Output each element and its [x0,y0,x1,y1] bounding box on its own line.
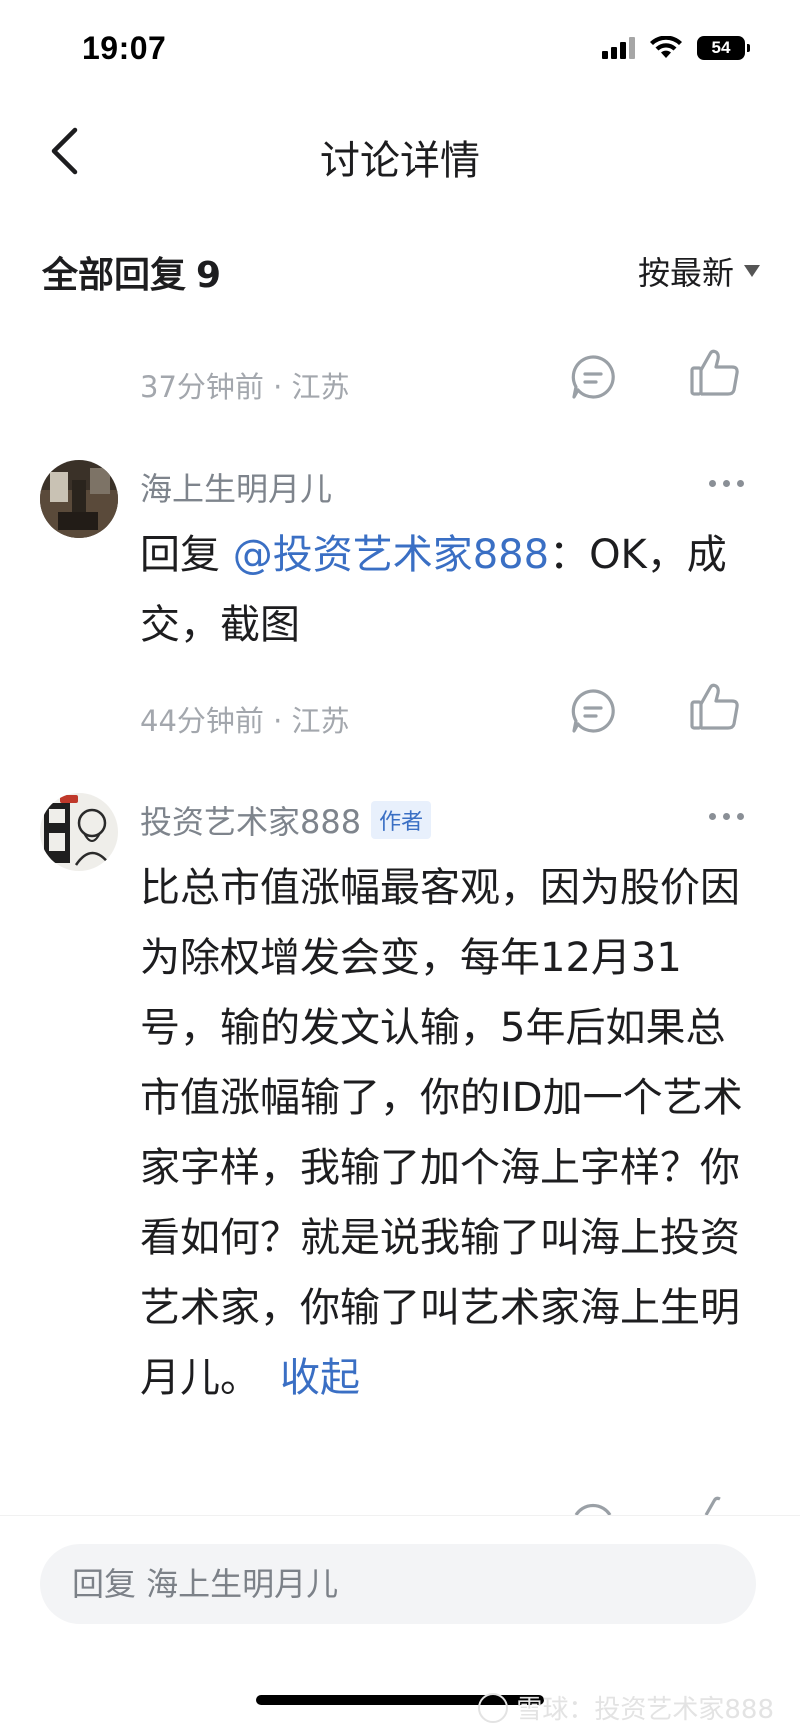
watermark-text: 雪球：投资艺术家888 [516,1695,774,1725]
author-row: 投资艺术家888 作者 [140,797,432,843]
comment-meta-row: 37分钟前 · 江苏 [140,349,760,412]
author-badge: 作者 [371,801,432,839]
user-avatar-image [40,460,118,538]
snowball-logo-icon [478,1692,509,1723]
reply-count-number: 9 [196,255,222,296]
collapse-link[interactable]: 收起 [280,1355,360,1401]
author-row: 海上生明月儿 [140,464,332,510]
comment-meta: 37分钟前 · 江苏 [140,370,350,404]
comment-text: 比总市值涨幅最客观，因为股价因为除权增发会变，每年12月31号，输的发文认输，5… [140,853,760,1413]
reply-prefix: 回复 [140,532,233,578]
dot-icon [737,480,744,487]
status-time: 19:07 [82,30,167,66]
status-bar: 19:07 54 [0,0,800,100]
mention-link[interactable]: @投资艺术家888 [233,532,549,578]
user-avatar-image [40,793,118,871]
battery-icon: 54 [697,36,750,60]
reply-count: 全部回复 9 [42,246,221,298]
comment-meta-row: 44分钟前 · 江苏 [140,683,760,746]
comment-reply-icon [574,1504,612,1515]
dot-icon [709,813,716,820]
sort-dropdown[interactable]: 按最新 [638,248,760,294]
author-name[interactable]: 投资艺术家888 [140,797,361,843]
reply-count-label: 全部回复 [42,255,187,296]
author-name[interactable]: 海上生明月儿 [140,464,332,510]
comment-reply-icon[interactable] [568,352,618,402]
comment-meta: 44分钟前 · 江苏 [140,704,350,738]
more-options-button[interactable] [709,480,744,487]
sort-label: 按最新 [637,254,734,292]
dot-icon [709,480,716,487]
comment-item: 投资艺术家888 作者 比总市值涨幅最客观，因为股价因为除权增发会变，每年12月… [0,793,800,1493]
wifi-icon [650,36,682,58]
avatar[interactable] [40,793,118,871]
avatar[interactable] [40,460,118,538]
thumbs-up-icon[interactable] [688,346,742,400]
reply-input-area: 雪球：投资艺术家888 [0,1515,800,1733]
page-title: 讨论详情 [320,138,480,184]
thumbs-up-icon [704,1496,721,1515]
next-comment-actions-peek [0,1495,800,1515]
comment-text: 回复 @投资艺术家888：OK，成交，截图 [140,520,760,660]
comment-reply-icon[interactable] [568,686,618,736]
caret-down-icon [744,265,760,277]
nav-bar: 讨论详情 [0,100,800,205]
reply-header: 全部回复 9 按最新 [0,240,800,300]
thumbs-up-icon[interactable] [688,680,742,734]
dot-icon [723,480,730,487]
more-options-button[interactable] [709,813,744,820]
reply-input[interactable] [40,1544,756,1624]
dot-icon [723,813,730,820]
comment-text-body: 比总市值涨幅最客观，因为股价因为除权增发会变，每年12月31号，输的发文认输，5… [140,865,743,1401]
cellular-signal-icon [602,37,635,59]
dot-icon [737,813,744,820]
watermark: 雪球：投资艺术家888 [478,1689,774,1726]
status-icons: 54 [602,36,750,60]
